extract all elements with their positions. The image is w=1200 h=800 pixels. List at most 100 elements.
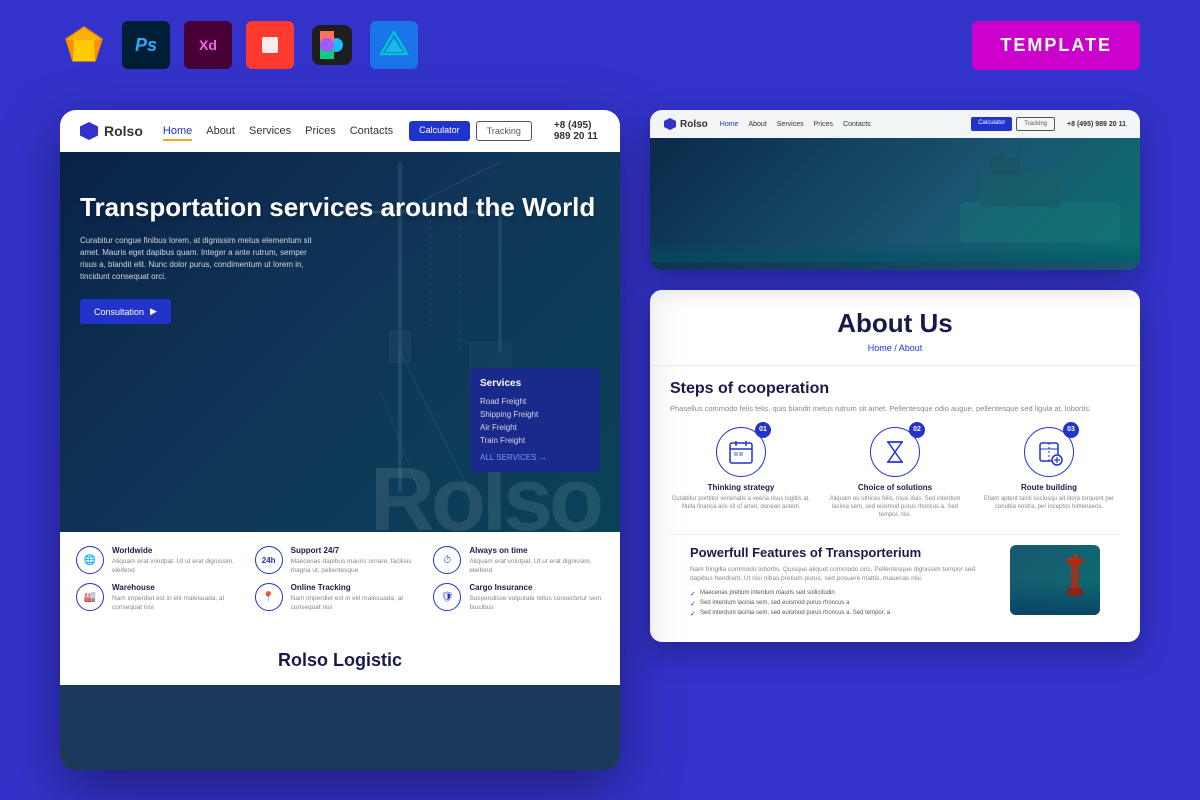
step-2-icon-wrap: 02: [870, 427, 920, 477]
about-header: About Us Home / About: [650, 290, 1140, 366]
step-2: 02 Choice of solutions Aliquam eu ultric…: [824, 427, 966, 520]
about-left-content: Steps of cooperation Phasellus commodo f…: [670, 380, 1120, 628]
warehouse-desc: Nam imperdiet est in elit malesuada, at …: [112, 594, 247, 612]
step-2-number: 02: [909, 422, 925, 438]
calculator-button[interactable]: Calculator: [409, 121, 470, 141]
feature-ontime: ⏱ Always on time Aliquam erat volutpat. …: [433, 546, 604, 575]
adobe-xd-icon[interactable]: Xd: [184, 21, 232, 69]
insurance-icon: 🛡: [433, 583, 461, 611]
right-nav-home[interactable]: Home: [720, 121, 739, 128]
bottom-title: Rolso Logistic: [60, 636, 620, 671]
hero-description: Curabitur congue finibus lorem, at digni…: [80, 235, 320, 283]
right-nav-btns: Calculator Tracking: [971, 117, 1055, 131]
steps-desc: Phasellus commodo felis felis, quis blan…: [670, 404, 1120, 415]
step-3-title: Route building: [978, 483, 1120, 492]
left-nav: Rolso Home About Services Prices Contact…: [60, 110, 620, 152]
step-3: 03 Route building: [978, 427, 1120, 520]
figma-icon[interactable]: [308, 21, 356, 69]
hero-title: Transportation services around the World: [80, 192, 600, 223]
worldwide-icon: 🌐: [76, 546, 104, 574]
services-card-title: Services: [480, 378, 590, 389]
calendar-icon: [727, 438, 755, 466]
lighthouse-icon: [1057, 550, 1092, 600]
right-brand: Rolso: [680, 119, 708, 130]
sketch-icon[interactable]: [60, 21, 108, 69]
right-nav-prices[interactable]: Prices: [814, 121, 833, 128]
step-3-icon-wrap: 03: [1024, 427, 1074, 477]
bottom-section: Rolso Logistic: [60, 626, 620, 685]
powerful-title: Powerfull Features of Transporterium: [690, 545, 996, 561]
tracking-desc: Nam imperdiet est in elit malesuada, at …: [291, 594, 426, 612]
feature-worldwide: 🌐 Worldwide Aliquam erat volutpat. Ut ut…: [76, 546, 247, 575]
warehouse-title: Warehouse: [112, 583, 247, 592]
left-brand-name: Rolso: [104, 123, 143, 139]
hero-section: Transportation services around the World…: [60, 152, 620, 532]
all-services-link[interactable]: ALL SERVICES →: [480, 453, 590, 462]
worldwide-desc: Aliquam erat volutpat. Ut ut erat dignis…: [112, 557, 247, 575]
services-card: Services Road Freight Shipping Freight A…: [470, 368, 600, 472]
steps-grid: 01 Thinking strategy: [670, 427, 1120, 520]
tracking-button[interactable]: Tracking: [476, 121, 532, 141]
feature-support: 24h Support 24/7 Maecenas dapibus mauris…: [255, 546, 426, 575]
right-nav: Rolso Home About Services Prices Contact…: [650, 110, 1140, 138]
right-nav-about[interactable]: About: [748, 121, 766, 128]
step-1: 01 Thinking strategy: [670, 427, 812, 520]
nav-buttons: Calculator Tracking: [409, 121, 532, 141]
breadcrumb-home[interactable]: Home: [868, 343, 892, 353]
step-3-number: 03: [1063, 422, 1079, 438]
powerful-desc: Nam fringilla commodo lobortis. Quisque …: [690, 565, 996, 583]
insurance-desc: Suspendisse vulputate tellus consectetur…: [469, 594, 604, 612]
affinity-icon[interactable]: [370, 21, 418, 69]
nav-contacts[interactable]: Contacts: [350, 125, 393, 137]
powerful-item-3: Sed interdum lacinia sem, sed euismod pu…: [690, 609, 996, 619]
right-nav-services[interactable]: Services: [777, 121, 804, 128]
right-calculator-btn[interactable]: Calculator: [971, 117, 1012, 131]
step-2-desc: Aliquam eu ultrices felis, risus duis. S…: [824, 495, 966, 520]
step-3-desc: Etiam aptent taciti sociosqu ad litora t…: [978, 495, 1120, 512]
powerful-item-2: Sed interdum lacinia sem, sed euismod pu…: [690, 599, 996, 609]
service-road[interactable]: Road Freight: [480, 395, 590, 408]
nav-services[interactable]: Services: [249, 125, 291, 137]
right-panel: Rolso Home About Services Prices Contact…: [650, 110, 1140, 780]
about-body: Steps of cooperation Phasellus commodo f…: [650, 366, 1140, 642]
right-tracking-btn[interactable]: Tracking: [1016, 117, 1055, 131]
right-nav-logo: Rolso: [664, 118, 708, 130]
powerful-item-1: Maecenas pretium interdum mauris sed sol…: [690, 589, 996, 599]
feature-warehouse: 🏭 Warehouse Nam imperdiet est in elit ma…: [76, 583, 247, 612]
step-1-desc: Curabitur porttitor venenatis a veena ri…: [670, 495, 812, 512]
powerful-image: [1010, 545, 1100, 615]
worldwide-title: Worldwide: [112, 546, 247, 555]
nav-home[interactable]: Home: [163, 125, 192, 137]
right-nav-links: Home About Services Prices Contacts: [720, 121, 871, 128]
about-title: About Us: [670, 308, 1120, 339]
nav-phone: +8 (495) 989 20 11: [554, 120, 600, 142]
step-2-title: Choice of solutions: [824, 483, 966, 492]
service-shipping[interactable]: Shipping Freight: [480, 408, 590, 421]
hourglass-icon: [881, 438, 909, 466]
tool-icons-group: Ps Xd: [60, 21, 418, 69]
ontime-desc: Aliquam erat volutpat. Ut ut erat dignis…: [469, 557, 604, 575]
rectangle-icon[interactable]: [246, 21, 294, 69]
nav-logo-icon: [80, 122, 98, 140]
warehouse-icon: 🏭: [76, 583, 104, 611]
insurance-title: Cargo Insurance: [469, 583, 604, 592]
water-overlay: [650, 242, 1140, 262]
powerful-left: Powerfull Features of Transporterium Nam…: [690, 545, 996, 619]
support-icon: 24h: [255, 546, 283, 574]
nav-prices[interactable]: Prices: [305, 125, 336, 137]
feature-tracking: 📍 Online Tracking Nam imperdiet est in e…: [255, 583, 426, 612]
nav-about[interactable]: About: [206, 125, 235, 137]
template-badge: TEMPLATE: [972, 21, 1140, 70]
service-train[interactable]: Train Freight: [480, 434, 590, 447]
right-hero-area: [650, 138, 1140, 262]
right-nav-contacts[interactable]: Contacts: [843, 121, 871, 128]
time-icon: ⏱: [433, 546, 461, 574]
step-1-icon-wrap: 01: [716, 427, 766, 477]
consultation-button[interactable]: Consultation ▶: [80, 299, 171, 324]
support-desc: Maecenas dapibus mauris ornare, facilisi…: [291, 557, 426, 575]
photoshop-icon[interactable]: Ps: [122, 21, 170, 69]
steps-title: Steps of cooperation: [670, 380, 1120, 398]
service-air[interactable]: Air Freight: [480, 421, 590, 434]
main-content: Rolso Home About Services Prices Contact…: [0, 90, 1200, 800]
feature-insurance: 🛡 Cargo Insurance Suspendisse vulputate …: [433, 583, 604, 612]
